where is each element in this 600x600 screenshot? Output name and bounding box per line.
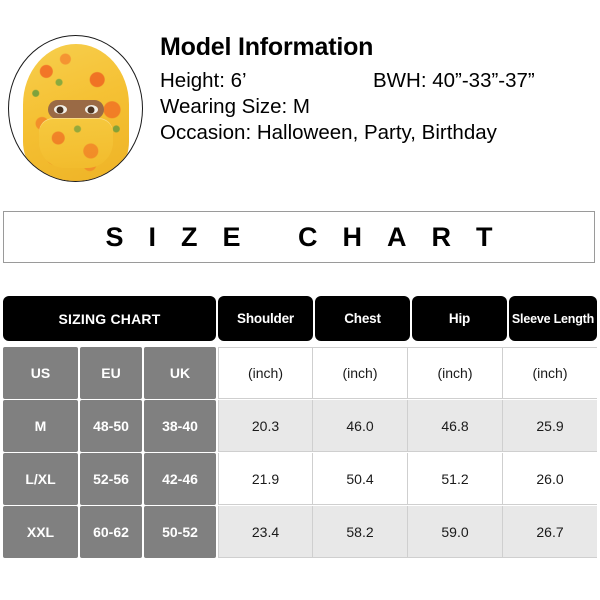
right-eye: [84, 105, 98, 114]
cell-chest: 58.2: [313, 506, 408, 558]
cell-us: XXL: [3, 506, 78, 558]
model-info-text: Model Information Height: 6’ BWH: 40”-33”…: [160, 32, 596, 146]
cell-hip: 59.0: [408, 506, 503, 558]
cell-sleeve-length: 26.0: [503, 453, 597, 505]
cell-eu: 52-56: [80, 453, 142, 505]
header-sleeve-length: Sleeve Length: [509, 296, 597, 341]
model-photo: [8, 35, 143, 182]
model-information-section: Model Information Height: 6’ BWH: 40”-33”…: [0, 32, 600, 192]
model-wearing-size: Wearing Size: M: [160, 95, 311, 118]
cell-eu: 60-62: [80, 506, 142, 558]
cell-sleeve-length: 26.7: [503, 506, 597, 558]
cell-us: L/XL: [3, 453, 78, 505]
cell-us: M: [3, 400, 78, 452]
cell-uk: 38-40: [144, 400, 216, 452]
table-row: L/XL 52-56 42-46 21.9 50.4 51.2 26.0: [3, 453, 597, 505]
header-hip: Hip: [412, 296, 507, 341]
table-row: XXL 60-62 50-52 23.4 58.2 59.0 26.7: [3, 506, 597, 558]
cell-chest: 50.4: [313, 453, 408, 505]
header-shoulder: Shoulder: [218, 296, 313, 341]
veil-face-drape: [38, 118, 113, 168]
cell-uk: 42-46: [144, 453, 216, 505]
model-photo-inner: [20, 42, 132, 181]
cell-hip: 51.2: [408, 453, 503, 505]
unit-hip: (inch): [408, 347, 503, 399]
unit-sleeve-length: (inch): [503, 347, 597, 399]
cell-eu: 48-50: [80, 400, 142, 452]
model-occasion: Occasion: Halloween, Party, Birthday: [160, 121, 497, 144]
table-header-row: SIZING CHART Shoulder Chest Hip Sleeve L…: [3, 296, 597, 341]
region-header-us: US: [3, 347, 78, 399]
table-body: US EU UK (inch) (inch) (inch) (inch) M 4…: [3, 347, 597, 558]
page-title: Model Information: [160, 33, 374, 61]
header-sizing-chart: SIZING CHART: [3, 296, 216, 341]
eye-opening: [47, 100, 104, 119]
unit-shoulder: (inch): [218, 347, 313, 399]
table-row: M 48-50 38-40 20.3 46.0 46.8 25.9: [3, 400, 597, 452]
model-measurements-row: Height: 6’ BWH: 40”-33”-37”: [160, 68, 596, 94]
table-row-units: US EU UK (inch) (inch) (inch) (inch): [3, 347, 597, 399]
cell-shoulder: 20.3: [218, 400, 313, 452]
size-chart-banner-label: SIZE CHART: [105, 221, 518, 252]
left-eye: [53, 105, 67, 114]
cell-shoulder: 23.4: [218, 506, 313, 558]
region-header-uk: UK: [144, 347, 216, 399]
model-bwh: BWH: 40”-33”-37”: [373, 69, 535, 92]
cell-sleeve-length: 25.9: [503, 400, 597, 452]
cell-uk: 50-52: [144, 506, 216, 558]
unit-chest: (inch): [313, 347, 408, 399]
model-height: Height: 6’: [160, 69, 247, 92]
size-chart-banner: SIZE CHART: [3, 211, 595, 263]
cell-shoulder: 21.9: [218, 453, 313, 505]
sizing-table: SIZING CHART Shoulder Chest Hip Sleeve L…: [3, 296, 597, 559]
cell-chest: 46.0: [313, 400, 408, 452]
header-chest: Chest: [315, 296, 410, 341]
cell-hip: 46.8: [408, 400, 503, 452]
region-header-eu: EU: [80, 347, 142, 399]
